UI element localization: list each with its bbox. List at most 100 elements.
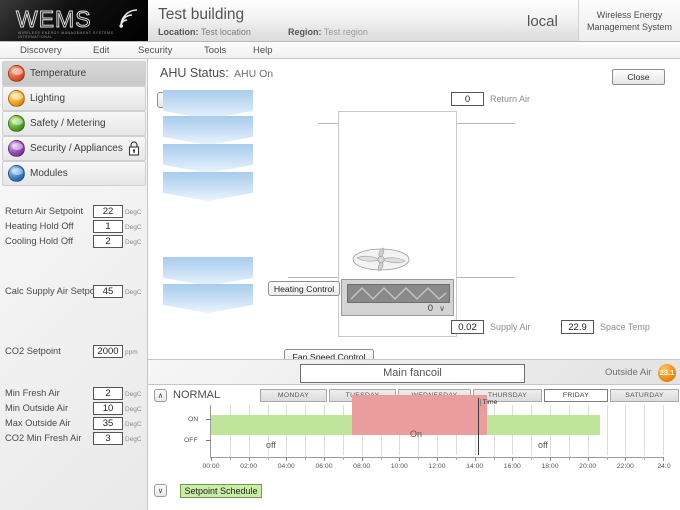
schedule-band-off-evening[interactable]: [486, 415, 600, 435]
x-tick-label: 14:00: [466, 463, 484, 470]
param-value-co2-min-fresh-air[interactable]: 3: [93, 432, 123, 445]
param-unit-heating-hold-off: DegC: [125, 224, 142, 231]
param-unit-co2-min-fresh-air: DegC: [125, 436, 142, 443]
title-bar: WEMS WIRELESS ENERGY MANAGEMENT SYSTEMS …: [0, 0, 680, 42]
chevron-down-icon[interactable]: ∨: [439, 304, 445, 313]
param-value-return-air-setpoint[interactable]: 22: [93, 205, 123, 218]
gauge-icon: [8, 115, 25, 132]
param-value-cooling-hold-off[interactable]: 2: [93, 235, 123, 248]
sidebar-item-label: Modules: [30, 168, 68, 179]
menu-item-tools[interactable]: Tools: [204, 45, 226, 56]
schedule-mode-label: NORMAL: [173, 389, 221, 401]
return-air-label: Return Air: [490, 94, 531, 104]
band-label-on: On: [410, 429, 423, 439]
product-line-2: Management System: [586, 22, 673, 32]
ahu-status-value: AHU On: [234, 68, 274, 80]
time-marker-label: Time: [479, 399, 497, 406]
x-tick-label: 10:00: [390, 463, 408, 470]
sidebar-item-safety-metering[interactable]: Safety / Metering: [2, 111, 146, 136]
supply-air-label: Supply Air: [490, 322, 531, 332]
x-tick-label: 00:00: [202, 463, 220, 470]
space-temp-value[interactable]: 22.9: [561, 320, 594, 334]
heating-coil-graphic: [347, 284, 450, 303]
sidebar: Temperature Lighting Safety / Metering S…: [0, 59, 148, 510]
sidebar-item-security-appliances[interactable]: Security / Appliances: [2, 136, 146, 161]
schedule-band-off-morning[interactable]: [211, 415, 352, 435]
x-tick-label: 22:00: [616, 463, 634, 470]
heating-control-tag[interactable]: Heating Control: [268, 281, 340, 296]
day-tab-monday[interactable]: MONDAY: [260, 389, 327, 402]
ahu-coil-segment: [163, 90, 253, 119]
product-line-1: Wireless Energy: [596, 10, 663, 20]
sidebar-item-temperature[interactable]: Temperature: [2, 61, 146, 86]
collapse-down-button[interactable]: ∨: [154, 484, 167, 497]
sidebar-item-label: Temperature: [30, 68, 87, 79]
param-unit-return-air-setpoint: DegC: [125, 209, 142, 216]
x-tick-label: 04:00: [277, 463, 295, 470]
day-tab-friday[interactable]: FRIDAY: [544, 389, 608, 402]
duct-line-bottom-left: [288, 277, 340, 278]
signal-icon: [119, 9, 138, 28]
setpoint-schedule-button[interactable]: Setpoint Schedule: [180, 484, 262, 498]
heating-value: 0: [427, 303, 433, 314]
heating-element-widget[interactable]: 0 ∨: [341, 279, 454, 316]
x-tick-label: 24:0: [657, 463, 671, 470]
x-tick-label: 02:00: [240, 463, 258, 470]
wems-logo: WEMS WIRELESS ENERGY MANAGEMENT SYSTEMS …: [0, 0, 148, 42]
param-value-max-outside-air[interactable]: 35: [93, 417, 123, 430]
param-unit-calc-supply-air-setpoint: DegC: [125, 289, 142, 296]
param-value-co2-setpoint[interactable]: 2000: [93, 345, 123, 358]
product-name: Wireless Energy Management System: [578, 0, 680, 42]
fan-icon: [352, 247, 410, 272]
sidebar-item-label: Security / Appliances: [30, 143, 123, 154]
schedule-panel: ∧ NORMAL MONDAY TUESDAY WEDNESDAY THURSD…: [148, 385, 680, 510]
logo-text: WEMS: [16, 6, 92, 33]
param-label-co2-setpoint: CO2 Setpoint: [5, 346, 61, 356]
sidebar-item-label: Safety / Metering: [30, 118, 106, 129]
param-unit-min-outside-air: DegC: [125, 406, 142, 413]
ahu-coil-segment: [163, 116, 253, 145]
param-value-min-fresh-air[interactable]: 2: [93, 387, 123, 400]
x-tick-label: 06:00: [315, 463, 333, 470]
location-label: Location:: [158, 27, 199, 37]
collapse-up-button[interactable]: ∧: [154, 389, 167, 402]
ahu-coil-segment: [163, 284, 253, 313]
menu-item-discovery[interactable]: Discovery: [20, 45, 62, 56]
param-unit-cooling-hold-off: DegC: [125, 239, 142, 246]
modules-icon: [8, 165, 25, 182]
menu-item-help[interactable]: Help: [253, 45, 273, 56]
param-value-calc-supply-air-setpoint[interactable]: 45: [93, 285, 123, 298]
x-tick-label: 16:00: [503, 463, 521, 470]
sidebar-item-lighting[interactable]: Lighting: [2, 86, 146, 111]
x-tick-label: 08:00: [353, 463, 371, 470]
param-label-calc-supply-air-setpoint: Calc Supply Air Setpoint: [5, 286, 105, 296]
y-tick-on: ON: [188, 416, 199, 423]
param-value-min-outside-air[interactable]: 10: [93, 402, 123, 415]
ahu-coil-segment: [163, 172, 253, 201]
param-label-co2-min-fresh-air: CO2 Min Fresh Air: [5, 433, 82, 443]
fancoil-name[interactable]: Main fancoil: [300, 364, 525, 383]
ahu-main-panel: AHU Status: AHU On Close Edit Points: [148, 59, 680, 393]
param-unit-min-fresh-air: DegC: [125, 391, 142, 398]
shield-icon: [8, 140, 25, 157]
x-tick-label: 20:00: [579, 463, 597, 470]
outside-air-label: Outside Air: [605, 367, 652, 378]
return-air-value[interactable]: 0: [451, 92, 484, 106]
lightbulb-icon: [8, 90, 25, 107]
location-info: Location: Test location: [158, 27, 251, 37]
param-label-return-air-setpoint: Return Air Setpoint: [5, 206, 84, 216]
day-tab-saturday[interactable]: SATURDAY: [610, 389, 679, 402]
close-button[interactable]: Close: [612, 69, 665, 85]
x-tick-label: 18:00: [541, 463, 559, 470]
fancoil-bar: Main fancoil Outside Air 23.1: [148, 359, 680, 385]
menu-item-security[interactable]: Security: [138, 45, 172, 56]
region-info: Region: Test region: [288, 27, 368, 37]
menu-item-edit[interactable]: Edit: [93, 45, 109, 56]
application-window: WEMS WIRELESS ENERGY MANAGEMENT SYSTEMS …: [0, 0, 680, 510]
sidebar-item-modules[interactable]: Modules: [2, 161, 146, 186]
region-value: Test region: [323, 27, 368, 37]
param-value-heating-hold-off[interactable]: 1: [93, 220, 123, 233]
outside-air-badge: 23.1: [658, 364, 676, 382]
ahu-coil-segment: [163, 257, 253, 286]
supply-air-value[interactable]: 0.02: [451, 320, 484, 334]
